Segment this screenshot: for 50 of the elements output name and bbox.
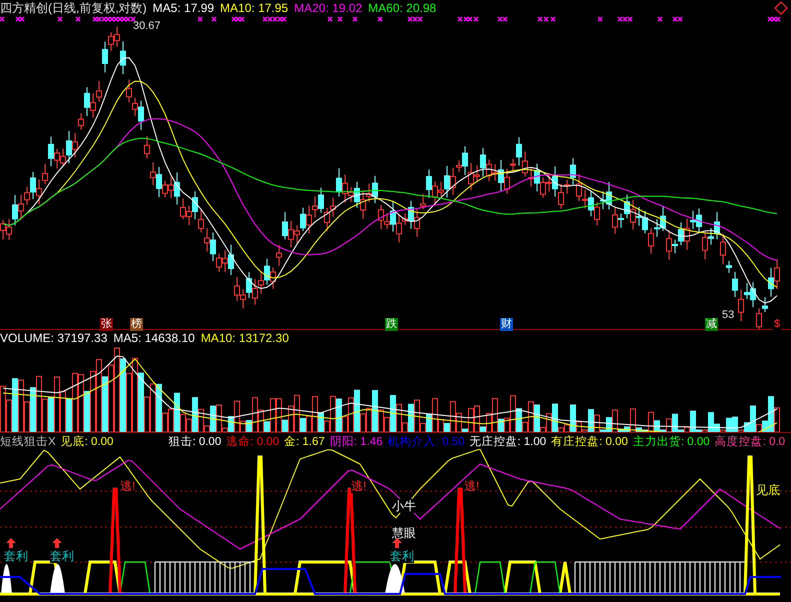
- indicator-label: 阴阳: 1.46: [330, 434, 383, 448]
- indicator-label: 见底: 0.00: [60, 434, 114, 448]
- indicator-label: 狙击: 0.00: [168, 434, 222, 448]
- event-badge: 减: [705, 318, 718, 331]
- indicator-label: 机构介入: 0.50: [388, 434, 464, 448]
- indicator-label: MA5: 17.99: [152, 1, 214, 15]
- trapezoid-band: [84, 560, 122, 594]
- signal-label: 见底: [756, 483, 780, 497]
- trapezoid-band: [504, 560, 542, 594]
- diamond-icon: [774, 1, 788, 15]
- indicator-label: 高度控盘: 0.0: [714, 434, 786, 448]
- hump-shape: [1, 564, 12, 594]
- price-label: 53: [722, 309, 734, 321]
- event-badge: 财: [500, 318, 513, 331]
- arrow-up-icon: [52, 538, 62, 548]
- event-badge: 榜: [130, 318, 143, 331]
- arrow-up-icon: [6, 538, 16, 548]
- signal-label: 小牛: [392, 499, 416, 513]
- chart-title: 四方精创(日线,前复权,对数): [0, 0, 147, 16]
- arrow-up-icon: [392, 538, 402, 548]
- indicator-label: 有庄控盘: 0.00: [551, 434, 628, 448]
- event-badge: 张: [100, 318, 113, 331]
- event-badge: 跌: [385, 318, 398, 331]
- indicator-label: MA5: 14638.10: [113, 331, 195, 345]
- trapezoid-band: [398, 560, 442, 594]
- trapezoid-band: [119, 561, 151, 594]
- signal-label: 逃!: [464, 479, 480, 493]
- trapezoid-band: [444, 560, 472, 594]
- event-badge: $: [773, 318, 782, 331]
- signal-label: 套利: [390, 549, 414, 563]
- indicator-label: 逃命: 0.00: [226, 434, 280, 448]
- indicator-label: MA10: 13172.30: [200, 331, 289, 345]
- indicator-label: 无庄控盘: 1.00: [469, 434, 546, 448]
- signal-label: 套利: [50, 549, 74, 563]
- indicator-label: 短线狙击X: [0, 434, 56, 448]
- signal-label: 套利: [4, 549, 28, 563]
- trapezoid-band: [474, 561, 506, 594]
- indicator-label: MA60: 20.98: [368, 1, 436, 15]
- trapezoid-band: [294, 560, 356, 594]
- price-label: 30.67: [133, 20, 161, 32]
- signal-label: 慧眼: [392, 526, 416, 540]
- indicator-label: MA20: 19.02: [294, 1, 362, 15]
- hump-shape: [50, 564, 65, 594]
- indicator-label: 主力出货: 0.00: [632, 434, 710, 448]
- signal-label: 逃!: [120, 479, 136, 493]
- indicator-label: VOLUME: 37197.33: [0, 331, 108, 345]
- indicator-label: 金: 1.67: [284, 434, 325, 448]
- indicator-label: MA10: 17.95: [220, 1, 288, 15]
- signal-label: 逃!: [351, 479, 366, 493]
- hump-shape: [385, 564, 405, 594]
